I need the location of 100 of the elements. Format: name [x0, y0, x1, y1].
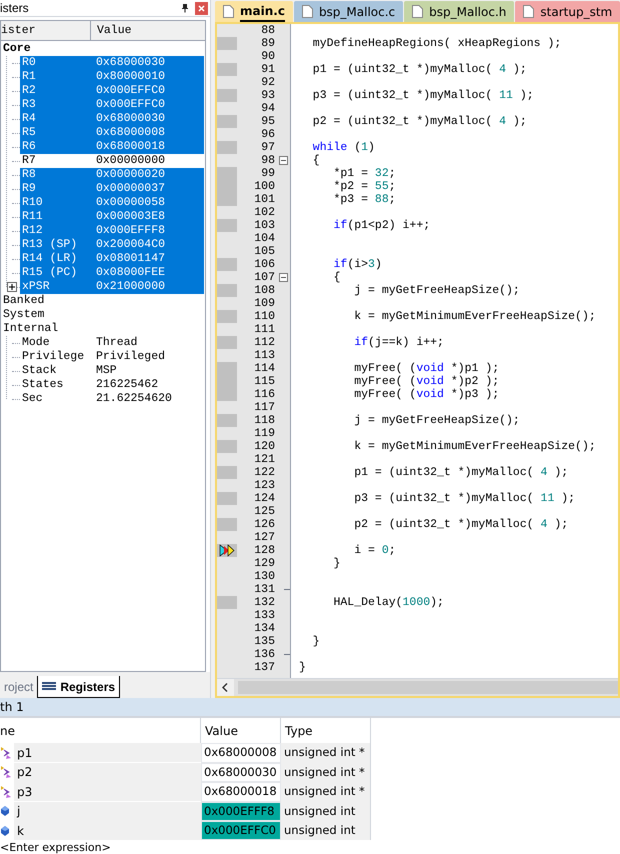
- register-row[interactable]: R2 0x000EFFC0: [20, 84, 204, 98]
- line-number: 133: [253, 609, 276, 622]
- watch-type-cell: unsigned int: [281, 820, 371, 840]
- code-line: }: [312, 635, 320, 648]
- watch-name-cell[interactable]: p2: [14, 762, 201, 782]
- pin-icon[interactable]: [181, 3, 189, 13]
- enter-expression-row[interactable]: <Enter expression>: [0, 840, 201, 854]
- code-line: p3 = (uint32_t *)myMalloc( 11 );: [312, 89, 534, 102]
- register-value: 0x08001147: [96, 251, 166, 267]
- register-value: 0x68000018: [96, 139, 166, 155]
- line-number: 110: [253, 310, 276, 323]
- line-number: 111: [253, 323, 276, 336]
- register-row[interactable]: Sec 21.62254620: [20, 392, 204, 406]
- code-line: p2 = (uint32_t *)myMalloc( 4 );: [312, 115, 527, 128]
- line-number: 108: [253, 284, 276, 297]
- file-tab[interactable]: bsp_Malloc.c: [294, 1, 404, 22]
- register-row[interactable]: R15 (PC) 0x08000FEE: [20, 266, 204, 280]
- code-line: j = myGetFreeHeapSize();: [353, 284, 520, 297]
- variable-icon: [0, 805, 10, 818]
- register-value: 0x68000030: [96, 111, 166, 127]
- line-number: 104: [253, 232, 276, 245]
- close-button[interactable]: [195, 2, 208, 14]
- panel-tab[interactable]: roject: [0, 676, 38, 698]
- line-number: 115: [253, 375, 276, 388]
- line-number: 96: [260, 128, 276, 141]
- code-line: myFree( (void *)p3 );: [353, 388, 500, 401]
- file-tab[interactable]: bsp_Malloc.h: [404, 1, 514, 22]
- register-name: R2: [21, 83, 37, 99]
- register-row[interactable]: Stack MSP: [20, 364, 204, 378]
- line-number: 100: [253, 180, 276, 193]
- watch-name-cell[interactable]: k: [14, 821, 201, 840]
- file-tab[interactable]: startup_stm: [515, 1, 620, 22]
- line-number: 95: [260, 115, 276, 128]
- file-tab[interactable]: main.c: [215, 1, 293, 22]
- register-row[interactable]: R3 0x000EFFC0: [20, 98, 204, 112]
- fold-toggle[interactable]: [279, 273, 288, 282]
- register-row[interactable]: R12 0x000EFFF8: [20, 224, 204, 238]
- register-row[interactable]: States 216225462: [20, 378, 204, 392]
- register-name: R11: [21, 209, 44, 225]
- register-name: States: [21, 377, 64, 393]
- register-row[interactable]: R14 (LR) 0x08001147: [20, 252, 204, 266]
- register-row[interactable]: R8 0x00000020: [20, 168, 204, 182]
- watch-value-cell[interactable]: 0x000EFFF8: [201, 802, 281, 821]
- fold-toggle[interactable]: [279, 156, 288, 165]
- code-line: *p1 = 32;: [332, 167, 396, 180]
- register-row[interactable]: R13 (SP) 0x200004C0: [20, 238, 204, 252]
- register-value: 0x00000000: [96, 153, 166, 169]
- line-number: 101: [253, 193, 276, 206]
- register-row[interactable]: xPSR 0x21000000: [20, 280, 204, 294]
- watch-name-cell[interactable]: p1: [14, 743, 201, 762]
- register-value: Privileged: [96, 349, 166, 365]
- register-name: xPSR: [21, 279, 51, 294]
- line-number: 119: [253, 427, 276, 440]
- register-row[interactable]: Privilege Privileged: [20, 350, 204, 364]
- document-icon: [302, 5, 313, 18]
- line-number: 132: [253, 596, 276, 609]
- register-name: R4: [21, 111, 37, 127]
- column-header[interactable]: Value: [91, 21, 205, 40]
- watch-value-cell[interactable]: 0x68000008: [201, 743, 281, 763]
- line-number: 93: [260, 89, 276, 102]
- register-row[interactable]: R0 0x68000030: [20, 56, 204, 70]
- register-value: 21.62254620: [96, 391, 172, 408]
- watch-value-cell[interactable]: 0x68000018: [201, 782, 281, 802]
- line-number: 128: [253, 544, 276, 557]
- register-row[interactable]: R10 0x00000058: [20, 196, 204, 210]
- register-row[interactable]: R4 0x68000030: [20, 112, 204, 126]
- register-row[interactable]: R11 0x000003E8: [20, 210, 204, 224]
- register-row[interactable]: R9 0x00000037: [20, 182, 204, 196]
- tree-group-label[interactable]: Core: [3, 40, 31, 58]
- line-number: 120: [253, 440, 276, 453]
- register-row[interactable]: R6 0x68000018: [20, 140, 204, 154]
- code-line: p1 = (uint32_t *)myMalloc( 4 );: [312, 63, 527, 76]
- register-name: Stack: [21, 363, 58, 379]
- register-row[interactable]: R7 0x00000000: [20, 154, 204, 168]
- register-name: R10: [21, 195, 44, 211]
- line-number: 134: [253, 622, 276, 635]
- expand-toggle[interactable]: [7, 282, 17, 292]
- watch-name-cell[interactable]: j: [14, 802, 201, 821]
- code-line: p3 = (uint32_t *)myMalloc( 11 );: [353, 492, 576, 505]
- code-line: *p3 = 88;: [332, 193, 396, 206]
- register-value: 0x68000030: [96, 55, 166, 71]
- register-row[interactable]: R5 0x68000008: [20, 126, 204, 140]
- watch-name-cell[interactable]: p3: [14, 782, 201, 802]
- line-number: 105: [253, 245, 276, 258]
- register-row[interactable]: Mode Thread: [20, 336, 204, 350]
- code-line: if(j==k) i++;: [353, 336, 444, 349]
- horizontal-scrollbar[interactable]: [238, 681, 618, 694]
- code-line: if(p1<p2) i++;: [332, 219, 430, 232]
- code-line: myFree( (void *)p2 );: [353, 375, 500, 388]
- watch-value-cell[interactable]: 0x68000030: [201, 762, 281, 782]
- panel-tab[interactable]: Registers: [37, 676, 120, 698]
- column-header[interactable]: ister: [1, 21, 91, 40]
- line-number: 88: [260, 24, 276, 37]
- register-row[interactable]: R1 0x80000010: [20, 70, 204, 84]
- register-value: 0x000EFFC0: [96, 83, 166, 99]
- watch-value-cell[interactable]: 0x000EFFC0: [201, 820, 281, 840]
- code-line: }: [299, 661, 306, 674]
- scroll-left-button[interactable]: [217, 679, 234, 696]
- watch-type-cell: unsigned int *: [281, 743, 371, 763]
- line-number: 91: [260, 63, 276, 76]
